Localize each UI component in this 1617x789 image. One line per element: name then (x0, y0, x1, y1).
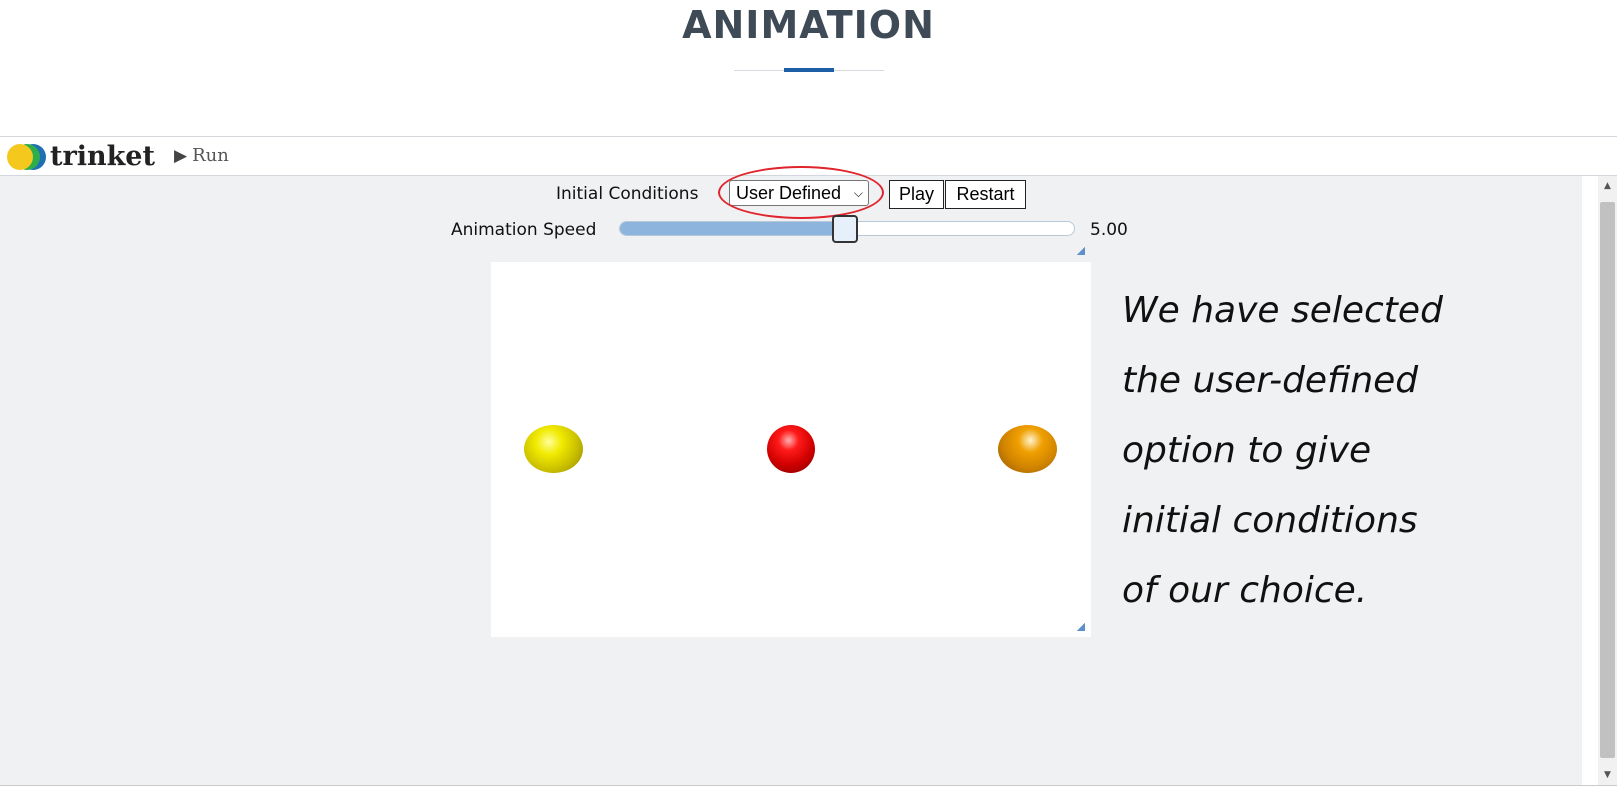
annotation-line: the user-defined (1122, 360, 1419, 401)
play-triangle-icon: ▶ (174, 145, 188, 166)
orange-ball (998, 425, 1057, 473)
yellow-ball (524, 425, 583, 473)
restart-button[interactable]: Restart (945, 180, 1026, 209)
trinket-logo-icon (6, 143, 46, 171)
initial-conditions-select[interactable]: User Defined ⌵ (729, 180, 869, 206)
scrollbar-thumb[interactable] (1600, 202, 1615, 758)
play-button[interactable]: Play (889, 180, 944, 209)
page-title: ANIMATION (682, 3, 935, 47)
animation-speed-label: Animation Speed (451, 220, 597, 240)
run-label: Run (192, 145, 229, 166)
slider-thumb[interactable] (832, 215, 858, 243)
title-divider-accent (784, 68, 834, 72)
initial-conditions-label: Initial Conditions (556, 184, 699, 204)
red-ball (767, 425, 815, 473)
animation-speed-value: 5.00 (1090, 220, 1128, 240)
trinket-logo[interactable]: trinket (6, 142, 155, 172)
resize-handle-icon[interactable] (1076, 246, 1085, 255)
annotation-line: option to give (1122, 430, 1372, 471)
page-header: ANIMATION (0, 0, 1617, 136)
run-button[interactable]: ▶ Run (174, 145, 229, 166)
chevron-down-icon: ⌵ (853, 186, 863, 200)
scroll-up-arrow-icon[interactable]: ▲ (1598, 178, 1617, 194)
bottom-border (0, 785, 1617, 786)
scroll-down-arrow-icon[interactable]: ▼ (1598, 767, 1617, 783)
resize-handle-icon[interactable] (1076, 622, 1085, 631)
animation-canvas[interactable] (491, 262, 1091, 637)
annotation-line: We have selected (1122, 290, 1443, 331)
trinket-toolbar: trinket ▶ Run (0, 136, 1617, 176)
initial-conditions-value: User Defined (736, 183, 842, 203)
slider-fill (620, 222, 847, 235)
vertical-scrollbar[interactable]: ▲ ▼ (1598, 176, 1617, 785)
annotation-text: We have selected the user-defined option… (1122, 276, 1582, 626)
annotation-line: of our choice. (1122, 570, 1368, 611)
trinket-logo-text: trinket (50, 141, 155, 172)
annotation-line: initial conditions (1122, 500, 1418, 541)
